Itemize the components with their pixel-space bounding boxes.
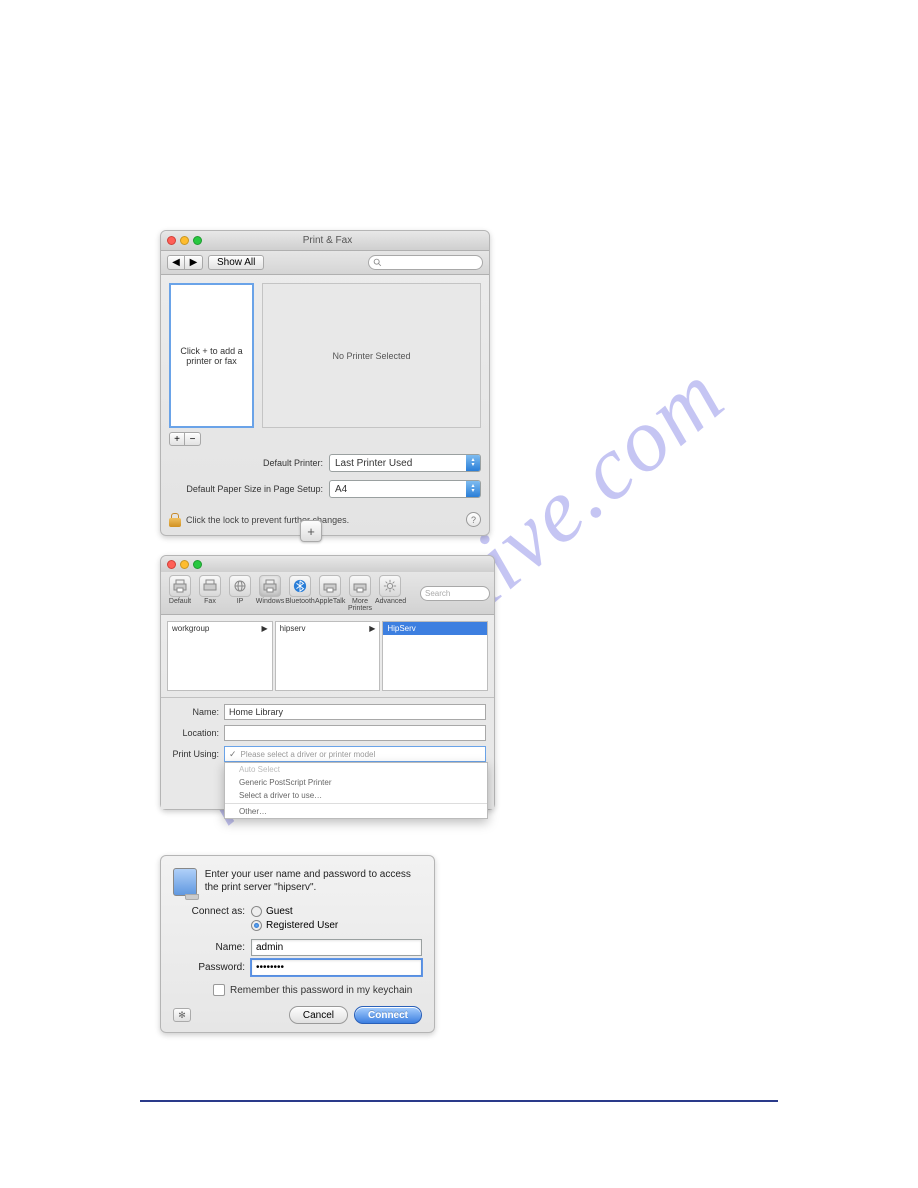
minimize-icon[interactable] <box>180 560 189 569</box>
printer-icon <box>352 579 368 593</box>
auth-dialog: Enter your user name and password to acc… <box>160 855 435 1033</box>
tab-ip[interactable]: IP <box>225 575 255 612</box>
browser-col-server[interactable]: hipserv▶ <box>275 621 381 691</box>
close-icon[interactable] <box>167 560 176 569</box>
menu-item-generic[interactable]: Generic PostScript Printer <box>225 776 487 789</box>
close-icon[interactable] <box>167 236 176 245</box>
remember-checkbox[interactable] <box>213 984 225 996</box>
options-gear-button[interactable]: ✻ <box>173 1008 191 1022</box>
bluetooth-icon <box>293 579 307 593</box>
remove-printer-button[interactable]: − <box>185 432 201 446</box>
detail-placeholder: No Printer Selected <box>332 351 410 361</box>
tab-more-printers[interactable]: More Printers <box>345 575 375 612</box>
printers-list-placeholder: Click + to add a printer or fax <box>176 346 247 366</box>
server-icon <box>173 868 197 896</box>
name-label: Name: <box>169 707 224 717</box>
cancel-button[interactable]: Cancel <box>289 1006 348 1024</box>
auth-password-input[interactable]: •••••••• <box>251 959 422 976</box>
tab-bluetooth[interactable]: Bluetooth <box>285 575 315 612</box>
auth-prompt: Enter your user name and password to acc… <box>205 868 422 896</box>
default-printer-label: Default Printer: <box>169 458 329 468</box>
print-using-select[interactable]: ✓ Please select a driver or printer mode… <box>224 746 486 762</box>
connect-as-label: Connect as: <box>173 906 251 917</box>
printer-icon <box>322 579 338 593</box>
remember-label: Remember this password in my keychain <box>230 985 412 996</box>
check-icon: ✓ <box>229 749 237 760</box>
lock-hint: Click the lock to prevent further change… <box>186 515 349 525</box>
gear-icon <box>383 579 397 593</box>
forward-button[interactable]: ▶ <box>185 255 203 270</box>
print-fax-window: Print & Fax ◀ ▶ Show All Click + to add … <box>160 230 490 536</box>
print-using-label: Print Using: <box>169 749 224 759</box>
printer-icon <box>262 579 278 593</box>
toolbar-search-input[interactable]: Search <box>420 586 490 601</box>
chevron-right-icon: ▶ <box>369 624 375 633</box>
browser-col-workgroup[interactable]: workgroup▶ <box>167 621 273 691</box>
titlebar: Print & Fax <box>161 231 489 251</box>
auth-password-label: Password: <box>173 962 251 973</box>
tab-fax[interactable]: Fax <box>195 575 225 612</box>
printer-detail-pane: No Printer Selected <box>262 283 481 428</box>
radio-registered[interactable] <box>251 920 262 931</box>
printer-name-input[interactable]: Home Library <box>224 704 486 720</box>
add-printer-button[interactable]: + <box>169 432 185 446</box>
print-using-menu: Auto Select Generic PostScript Printer S… <box>224 762 488 819</box>
tab-default[interactable]: Default <box>165 575 195 612</box>
search-icon <box>373 258 382 267</box>
auth-name-label: Name: <box>173 942 251 953</box>
menu-item-select-driver[interactable]: Select a driver to use… <box>225 789 487 802</box>
printer-icon <box>172 579 188 593</box>
updown-icon <box>466 481 480 497</box>
radio-guest-label: Guest <box>266 906 293 917</box>
search-placeholder: Search <box>425 589 450 598</box>
back-button[interactable]: ◀ <box>167 255 185 270</box>
default-printer-value: Last Printer Used <box>330 458 466 469</box>
zoom-icon[interactable] <box>193 560 202 569</box>
auth-name-input[interactable]: admin <box>251 939 422 956</box>
radio-guest[interactable] <box>251 906 262 917</box>
browser-col-printer[interactable]: HipServ <box>382 621 488 691</box>
tab-windows[interactable]: Windows <box>255 575 285 612</box>
tab-advanced[interactable]: Advanced <box>375 575 405 612</box>
paper-size-select[interactable]: A4 <box>329 480 481 498</box>
globe-icon <box>232 579 248 593</box>
location-label: Location: <box>169 728 224 738</box>
chevron-right-icon: ▶ <box>262 624 268 633</box>
show-all-button[interactable]: Show All <box>208 255 264 270</box>
lock-icon[interactable] <box>169 513 181 527</box>
page-rule <box>140 1100 778 1102</box>
window-title: Print & Fax <box>208 235 447 246</box>
connect-button[interactable]: Connect <box>354 1006 422 1024</box>
standalone-plus-button[interactable]: + <box>300 520 322 542</box>
printer-location-input[interactable] <box>224 725 486 741</box>
paper-size-value: A4 <box>330 484 466 495</box>
search-input[interactable] <box>368 255 483 270</box>
default-printer-select[interactable]: Last Printer Used <box>329 454 481 472</box>
menu-item-other[interactable]: Other… <box>225 805 487 818</box>
minimize-icon[interactable] <box>180 236 189 245</box>
updown-icon <box>466 455 480 471</box>
tab-appletalk[interactable]: AppleTalk <box>315 575 345 612</box>
zoom-icon[interactable] <box>193 236 202 245</box>
add-printer-window: Default Fax IP Windows Bluetooth AppleTa… <box>160 555 495 810</box>
radio-registered-label: Registered User <box>266 920 338 931</box>
help-button[interactable]: ? <box>466 512 481 527</box>
menu-item-auto[interactable]: Auto Select <box>225 763 487 776</box>
printers-list[interactable]: Click + to add a printer or fax <box>169 283 254 428</box>
fax-icon <box>202 579 218 593</box>
paper-size-label: Default Paper Size in Page Setup: <box>169 484 329 494</box>
print-using-value: Please select a driver or printer model <box>241 750 376 759</box>
